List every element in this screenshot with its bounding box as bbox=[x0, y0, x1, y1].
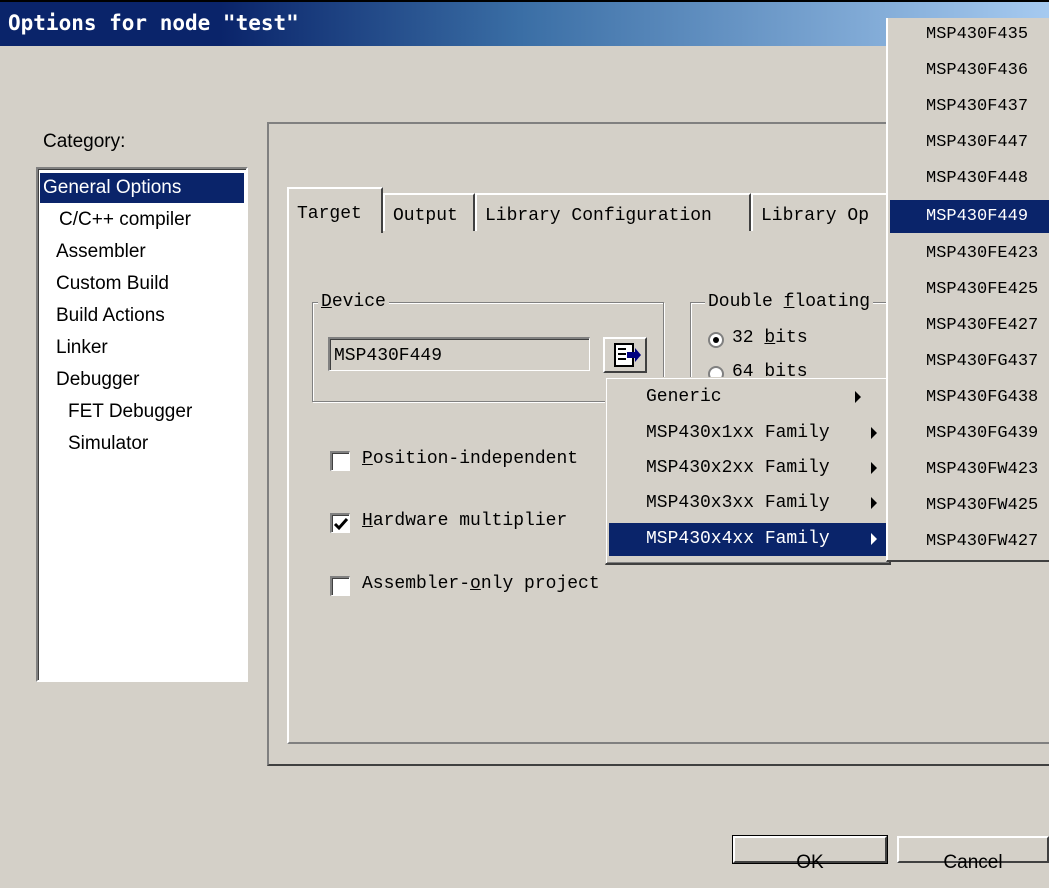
double-floating-title-pre: Double bbox=[708, 292, 784, 312]
assembler-only-rest: nly project bbox=[480, 574, 600, 594]
menu-item-msp430x4xx-label: MSP430x4xx Family bbox=[646, 529, 830, 549]
device-title-mnemonic: D bbox=[321, 292, 332, 312]
submenu-arrow-icon bbox=[871, 427, 877, 439]
device-menu-item[interactable]: MSP430F436 bbox=[890, 54, 1049, 87]
position-independent-checkbox[interactable] bbox=[330, 451, 350, 471]
device-title-rest: evice bbox=[331, 292, 386, 312]
submenu-arrow-icon bbox=[871, 462, 877, 474]
ok-button[interactable]: OK bbox=[732, 835, 888, 873]
device-field[interactable]: MSP430F449 bbox=[328, 337, 590, 371]
device-menu-item[interactable]: MSP430FE423 bbox=[890, 237, 1049, 270]
hardware-multiplier-checkbox[interactable] bbox=[330, 513, 350, 533]
submenu-arrow-icon bbox=[871, 497, 877, 509]
assembler-only-label[interactable]: Assembler-only project bbox=[362, 574, 600, 594]
device-menu-item[interactable]: MSP430F448 bbox=[890, 162, 1049, 195]
radio-32-bits-label[interactable]: 32 bits bbox=[732, 328, 808, 348]
submenu-arrow-icon bbox=[871, 533, 877, 545]
menu-item-msp430x1xx-label: MSP430x1xx Family bbox=[646, 423, 830, 443]
menu-item-msp430x1xx[interactable]: MSP430x1xx Family bbox=[609, 417, 886, 450]
radio-dot bbox=[713, 337, 719, 343]
assembler-only-pre: Assembler- bbox=[362, 574, 471, 594]
device-menu-item[interactable]: MSP430FG437 bbox=[890, 345, 1049, 378]
device-menu-item[interactable]: MSP430FW427 bbox=[890, 525, 1049, 558]
menu-item-msp430x4xx[interactable]: MSP430x4xx Family bbox=[609, 523, 886, 556]
family-menu: Generic MSP430x1xx Family MSP430x2xx Fam… bbox=[605, 377, 891, 565]
category-item-debugger[interactable]: Debugger bbox=[56, 365, 139, 395]
category-item-general-options[interactable]: General Options bbox=[40, 173, 244, 203]
hardware-multiplier-rest: ardware multiplier bbox=[372, 511, 568, 531]
device-menu-item[interactable]: MSP430F447 bbox=[890, 126, 1049, 159]
title-bar-top-line bbox=[0, 0, 1049, 2]
radio-32-bits[interactable] bbox=[708, 332, 724, 348]
device-menu-item[interactable]: MSP430FW425 bbox=[890, 489, 1049, 522]
category-item-linker[interactable]: Linker bbox=[56, 333, 108, 363]
tab-output[interactable]: Output bbox=[383, 193, 475, 231]
menu-item-msp430x2xx[interactable]: MSP430x2xx Family bbox=[609, 452, 886, 485]
radio-32-pre: 32 bbox=[732, 328, 765, 348]
menu-item-msp430x3xx[interactable]: MSP430x3xx Family bbox=[609, 487, 886, 520]
category-item-c-cpp-compiler[interactable]: C/C++ compiler bbox=[59, 205, 191, 235]
category-item-fet-debugger[interactable]: FET Debugger bbox=[68, 397, 192, 427]
device-menu-item[interactable]: MSP430FE425 bbox=[890, 273, 1049, 306]
device-menu-item[interactable]: MSP430F437 bbox=[890, 90, 1049, 123]
device-menu-item[interactable]: MSP430FG438 bbox=[890, 381, 1049, 414]
checkmark-icon bbox=[333, 518, 349, 531]
cancel-button[interactable]: Cancel bbox=[897, 836, 1049, 873]
category-item-simulator[interactable]: Simulator bbox=[68, 429, 148, 459]
device-menu-item[interactable]: MSP430FW423 bbox=[890, 453, 1049, 486]
window-title: Options for node "test" bbox=[8, 11, 299, 35]
tab-library-configuration[interactable]: Library Configuration bbox=[475, 193, 751, 231]
double-floating-title: Double floating bbox=[705, 292, 874, 312]
radio-32-rest: its bbox=[775, 328, 808, 348]
category-list[interactable]: General Options C/C++ compiler Assembler… bbox=[36, 167, 248, 682]
device-menu: MSP430F435 MSP430F436 MSP430F437 MSP430F… bbox=[886, 18, 1049, 562]
menu-item-generic-label: Generic bbox=[646, 387, 722, 407]
device-menu-item-selected[interactable]: MSP430F449 bbox=[890, 200, 1049, 233]
position-independent-mnemonic: P bbox=[362, 449, 373, 469]
device-menu-item[interactable]: MSP430F435 bbox=[890, 18, 1049, 51]
device-group-title: Device bbox=[318, 292, 389, 312]
hardware-multiplier-mnemonic: H bbox=[362, 511, 373, 531]
assembler-only-mnemonic: o bbox=[470, 574, 481, 594]
position-independent-label[interactable]: Position-independent bbox=[362, 449, 578, 469]
submenu-arrow-icon bbox=[855, 391, 861, 403]
menu-item-msp430x3xx-label: MSP430x3xx Family bbox=[646, 493, 830, 513]
tab-target[interactable]: Target bbox=[287, 187, 383, 233]
double-floating-title-mnemonic: f bbox=[783, 292, 795, 312]
radio-32-mnemonic: b bbox=[764, 328, 776, 348]
device-menu-item[interactable]: MSP430FG439 bbox=[890, 417, 1049, 450]
device-select-button[interactable] bbox=[603, 337, 647, 373]
category-item-custom-build[interactable]: Custom Build bbox=[56, 269, 169, 299]
assembler-only-checkbox[interactable] bbox=[330, 576, 350, 596]
device-list-icon bbox=[614, 343, 641, 367]
menu-item-generic[interactable]: Generic bbox=[609, 381, 886, 414]
category-item-build-actions[interactable]: Build Actions bbox=[56, 301, 165, 331]
category-item-assembler[interactable]: Assembler bbox=[56, 237, 146, 267]
hardware-multiplier-label[interactable]: Hardware multiplier bbox=[362, 511, 567, 531]
device-menu-item[interactable]: MSP430FE427 bbox=[890, 309, 1049, 342]
double-floating-title-rest: loating bbox=[794, 292, 871, 312]
category-label: Category: bbox=[43, 131, 126, 152]
menu-item-msp430x2xx-label: MSP430x2xx Family bbox=[646, 458, 830, 478]
tab-library-options[interactable]: Library Op bbox=[751, 193, 891, 231]
position-independent-rest: osition-independent bbox=[372, 449, 579, 469]
